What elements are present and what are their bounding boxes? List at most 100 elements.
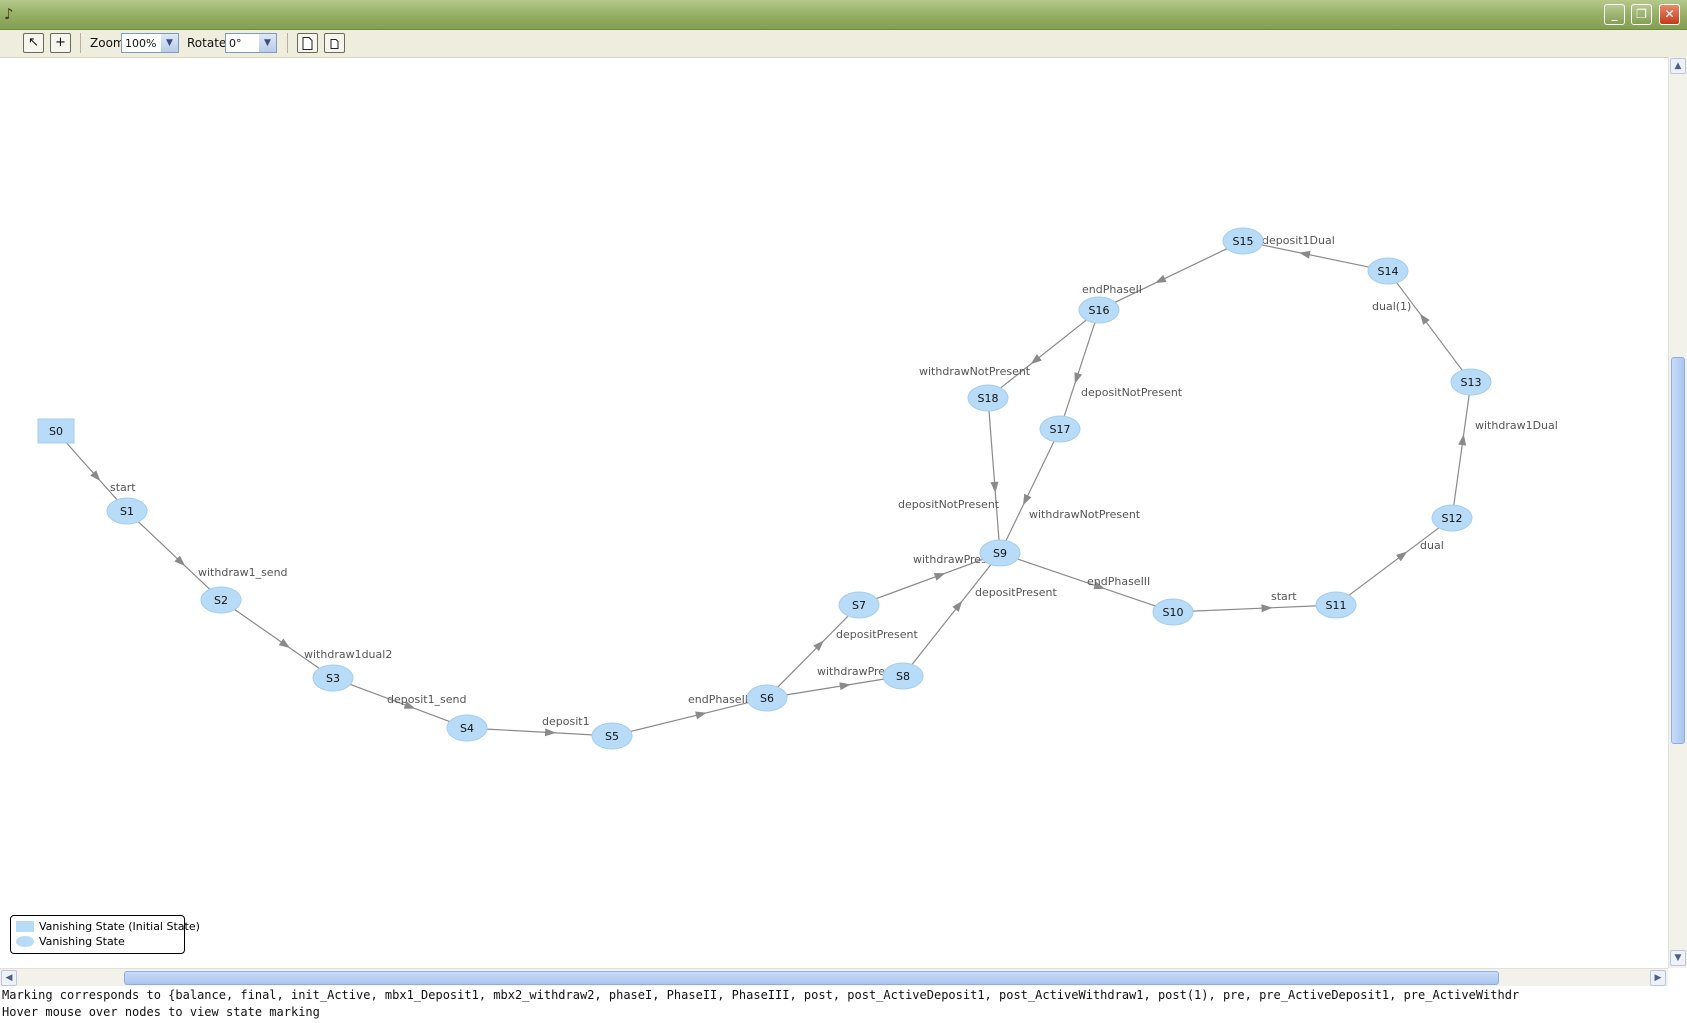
state-node-s9[interactable]: S9 — [979, 539, 1021, 567]
state-node-s5[interactable]: S5 — [591, 722, 633, 750]
transition-edge — [137, 521, 211, 590]
state-node-s15[interactable]: S15 — [1222, 227, 1264, 255]
rectangle-icon — [16, 921, 34, 932]
minimize-button[interactable]: _ — [1604, 4, 1625, 25]
legend: Vanishing State (Initial State) Vanishin… — [10, 915, 200, 954]
transition-edge — [1261, 244, 1370, 268]
state-label: S2 — [214, 594, 228, 607]
toolbar: ↖ + Zoom: 100% ▼ Rotate: 0° ▼ — [0, 30, 1687, 58]
scroll-up-icon[interactable]: ▲ — [1670, 58, 1686, 74]
state-node-s2[interactable]: S2 — [200, 586, 242, 614]
transition-label: withdrawNotPresent — [1029, 508, 1141, 521]
transition-label: depositNotPresent — [898, 498, 1000, 511]
state-node-s14[interactable]: S14 — [1367, 257, 1409, 285]
arrow-icon — [933, 573, 946, 581]
transition-label: start — [1271, 590, 1297, 603]
transition-label: deposit1 — [542, 715, 590, 728]
chevron-down-icon[interactable]: ▼ — [161, 34, 178, 52]
vertical-scroll-thumb[interactable] — [1671, 357, 1685, 744]
state-label: S6 — [760, 692, 774, 705]
state-label: S0 — [49, 425, 63, 438]
transition-edge — [1005, 441, 1055, 541]
transition-edge — [1063, 322, 1096, 417]
rotate-label: Rotate: — [187, 36, 231, 50]
state-label: S13 — [1461, 376, 1482, 389]
state-node-s17[interactable]: S17 — [1039, 415, 1081, 443]
transition-label: dual — [1420, 539, 1444, 552]
zoom-select[interactable]: 100% ▼ — [121, 33, 179, 53]
transition-label: start — [110, 481, 136, 494]
state-label: S14 — [1378, 265, 1399, 278]
chevron-down-icon[interactable]: ▼ — [259, 34, 276, 52]
toolbar-separator — [287, 33, 288, 53]
maximize-button[interactable]: ❐ — [1631, 4, 1652, 25]
transition-label: deposit1Dual — [1262, 234, 1335, 247]
arrow-icon — [839, 682, 851, 691]
rotate-select[interactable]: 0° ▼ — [225, 33, 277, 53]
state-node-s3[interactable]: S3 — [312, 664, 354, 692]
transition-edge — [630, 702, 749, 732]
arrow-icon — [1299, 250, 1311, 259]
state-node-s12[interactable]: S12 — [1431, 504, 1473, 532]
transition-edge — [911, 564, 992, 665]
arrow-icon — [695, 711, 707, 720]
state-node-s0[interactable]: S0 — [37, 418, 75, 444]
transition-label: withdrawNotPresent — [919, 365, 1031, 378]
plus-icon: + — [55, 35, 66, 50]
add-tool-button[interactable]: + — [50, 33, 71, 53]
zoom-value: 100% — [125, 37, 157, 50]
transition-edge — [1348, 527, 1440, 596]
rotate-value: 0° — [229, 37, 242, 50]
transition-edge — [486, 728, 593, 736]
state-node-s11[interactable]: S11 — [1315, 591, 1357, 619]
transition-label: endPhaseIII — [1087, 575, 1150, 588]
close-button[interactable]: ✕ — [1659, 4, 1680, 25]
horizontal-scrollbar[interactable]: ◀ ▶ — [0, 968, 1668, 987]
transition-label: withdraw1_send — [198, 566, 288, 579]
state-node-s13[interactable]: S13 — [1450, 368, 1492, 396]
state-node-s18[interactable]: S18 — [967, 384, 1009, 412]
transition-label: deposit1_send — [387, 693, 467, 706]
title-bar: ♪ _ ❐ ✕ — [0, 0, 1687, 30]
scroll-left-icon[interactable]: ◀ — [1, 970, 17, 986]
transition-edge — [786, 678, 884, 696]
state-label: S10 — [1163, 606, 1184, 619]
marking-text: Marking corresponds to {balance, final, … — [2, 988, 1520, 1002]
transition-label: depositPresent — [975, 586, 1058, 599]
toolbar-separator — [80, 33, 81, 53]
export-button[interactable] — [297, 33, 318, 53]
legend-label: Vanishing State — [39, 935, 125, 948]
page-icon — [302, 37, 313, 50]
state-label: S3 — [326, 672, 340, 685]
state-node-s10[interactable]: S10 — [1152, 598, 1194, 626]
state-label: S5 — [605, 730, 619, 743]
scroll-right-icon[interactable]: ▶ — [1650, 970, 1666, 986]
export-small-button[interactable] — [324, 33, 345, 53]
arrow-icon — [544, 728, 557, 737]
ellipse-icon — [16, 936, 34, 947]
transition-label: depositNotPresent — [1081, 386, 1183, 399]
transition-edge — [1453, 394, 1470, 506]
state-label: S16 — [1089, 304, 1110, 317]
arrow-icon — [1419, 313, 1430, 325]
status-bar: Marking corresponds to {balance, final, … — [0, 986, 1687, 1023]
arrow-icon — [1154, 274, 1167, 284]
state-node-s1[interactable]: S1 — [106, 497, 148, 525]
transition-label: dual(1) — [1372, 300, 1411, 313]
pipe-icon: ♪ — [4, 5, 14, 23]
scroll-down-icon[interactable]: ▼ — [1670, 950, 1686, 966]
transition-edge — [1396, 282, 1463, 371]
select-tool-button[interactable]: ↖ — [23, 33, 44, 53]
horizontal-scroll-thumb[interactable] — [124, 971, 1499, 985]
state-node-s7[interactable]: S7 — [838, 591, 880, 619]
pointer-icon: ↖ — [28, 35, 39, 50]
arrow-icon — [1023, 493, 1032, 506]
state-node-s6[interactable]: S6 — [746, 684, 788, 712]
state-node-s8[interactable]: S8 — [882, 662, 924, 690]
arrow-icon — [1074, 372, 1083, 384]
state-node-s16[interactable]: S16 — [1078, 296, 1120, 324]
state-label: S11 — [1326, 599, 1347, 612]
state-graph[interactable]: start withdraw1_send withdraw1dual2 deposit… — [0, 57, 1668, 968]
vertical-scrollbar[interactable]: ▲ ▼ — [1668, 57, 1687, 968]
state-node-s4[interactable]: S4 — [446, 714, 488, 742]
